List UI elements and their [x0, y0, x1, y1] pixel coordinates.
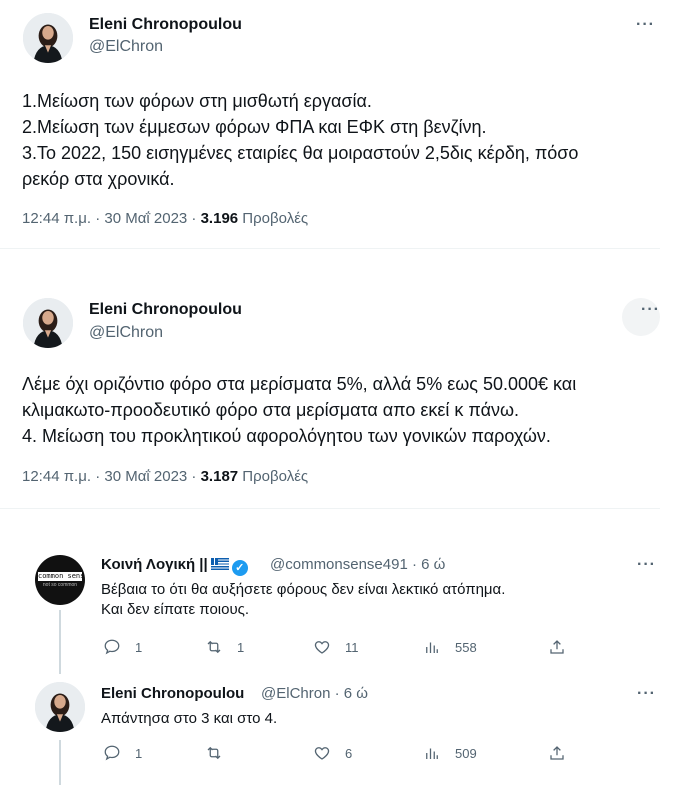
heart-icon	[314, 641, 330, 654]
views-chart-icon	[426, 748, 438, 759]
avatar[interactable]	[23, 298, 73, 348]
retweet-action[interactable]: 1	[205, 638, 244, 656]
author-handle[interactable]: @commonsense491 · 6 ώ	[270, 556, 445, 573]
like-action[interactable]: 6	[313, 744, 352, 762]
reply-text: Βέβαια το ότι θα αυξήσετε φόρους δεν είν…	[101, 581, 506, 618]
more-options-icon[interactable]: ···	[636, 16, 655, 34]
author-name[interactable]: Eleni Chronopoulou	[89, 301, 242, 319]
views-chart-icon	[426, 642, 438, 653]
share-icon	[550, 640, 564, 654]
avatar[interactable]	[23, 13, 73, 63]
author-handle[interactable]: @ElChron	[89, 324, 163, 342]
avatar-sublabel: not so common	[42, 582, 78, 588]
timestamp[interactable]: 12:44 π.μ. · 30 Μαΐ 2023 ·	[22, 468, 201, 485]
divider	[0, 508, 660, 509]
author-name[interactable]: Κοινή Λογική || ✓	[101, 556, 248, 576]
views-count: 3.196	[200, 210, 239, 227]
tweet-meta: 12:44 π.μ. · 30 Μαΐ 2023 · 3.196 Προβολέ…	[22, 210, 308, 227]
more-options-icon[interactable]: ···	[637, 556, 656, 574]
author-name[interactable]: Eleni Chronopoulou	[89, 16, 242, 34]
share-action[interactable]	[548, 744, 566, 762]
verified-badge-icon: ✓	[231, 560, 248, 576]
reply-icon	[104, 639, 120, 655]
author-handle[interactable]: @ElChron	[89, 38, 163, 56]
author-handle[interactable]: @ElChron · 6 ώ	[261, 685, 368, 702]
tweet-text: 1.Μείωση των φόρων στη μισθωτή εργασία. …	[22, 91, 579, 189]
retweet-icon	[207, 746, 221, 760]
avatar-label: common sense	[38, 572, 82, 581]
reply-text: Απάντησα στο 3 και στο 4.	[101, 710, 278, 727]
divider	[0, 248, 660, 249]
tweet-meta: 12:44 π.μ. · 30 Μαΐ 2023 · 3.187 Προβολέ…	[22, 468, 308, 485]
reply-icon	[104, 745, 120, 761]
views-action[interactable]: 558	[423, 638, 477, 656]
thread-line	[59, 610, 61, 674]
tweet-text: Λέμε όχι οριζόντιο φόρο στα μερίσματα 5%…	[22, 374, 577, 446]
retweet-icon	[207, 640, 221, 654]
more-options-icon[interactable]: ···	[641, 301, 660, 319]
more-options-icon[interactable]: ···	[637, 685, 656, 703]
views-label: Προβολές	[238, 210, 309, 227]
like-action[interactable]: 11	[313, 638, 359, 656]
heart-icon	[314, 747, 330, 760]
greek-flag-icon	[210, 558, 229, 570]
reply-action[interactable]: 1	[103, 744, 142, 762]
share-action[interactable]	[548, 638, 566, 656]
avatar[interactable]: common sense not so common	[35, 555, 85, 605]
retweet-action[interactable]	[205, 744, 237, 762]
timestamp[interactable]: 12:44 π.μ. · 30 Μαΐ 2023 ·	[22, 210, 201, 227]
avatar[interactable]	[35, 682, 85, 732]
reply-action[interactable]: 1	[103, 638, 142, 656]
views-label: Προβολές	[238, 468, 309, 485]
thread-line	[59, 740, 61, 785]
author-name[interactable]: Eleni Chronopoulou	[101, 685, 244, 702]
share-icon	[550, 746, 564, 760]
views-action[interactable]: 509	[423, 744, 477, 762]
views-count: 3.187	[200, 468, 239, 485]
